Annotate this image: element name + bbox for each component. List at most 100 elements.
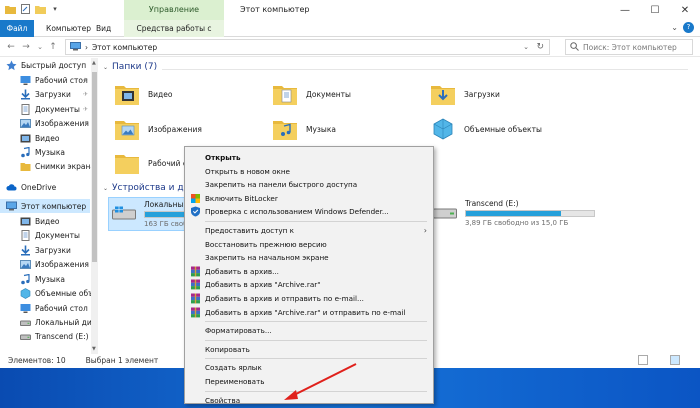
windows-drive-icon xyxy=(112,206,136,220)
download-icon xyxy=(20,245,31,256)
tab-drive-tools[interactable]: Средства работы с дисками xyxy=(124,20,224,50)
music-icon xyxy=(20,146,31,158)
forward-button[interactable]: → xyxy=(20,40,32,54)
properties-icon[interactable] xyxy=(19,3,31,15)
sidebar-item-label: OneDrive xyxy=(21,182,57,192)
minimize-button[interactable]: — xyxy=(610,0,640,20)
context-menu-item[interactable]: Закрепить на панели быстрого доступа xyxy=(185,178,433,191)
context-menu-item-label: Добавить в архив "Archive.rar" и отправи… xyxy=(205,307,406,317)
folder-item[interactable]: Изображения xyxy=(114,116,202,142)
collapse-chevron-icon[interactable]: ⌄ xyxy=(103,64,108,71)
context-menu-item[interactable]: Проверка с использованием Windows Defend… xyxy=(185,205,433,218)
drive-item[interactable]: Transcend (E:) 3,89 ГБ свободно из 15,0 Г… xyxy=(430,197,598,229)
music-folder-icon xyxy=(272,116,298,142)
sidebar-item[interactable]: Видео xyxy=(0,131,90,145)
context-menu-item[interactable]: Открыть xyxy=(185,151,433,164)
sidebar-item[interactable]: Этот компьютер xyxy=(0,199,90,213)
sidebar-item[interactable]: Загрузки ✈ xyxy=(0,87,90,101)
details-view-icon[interactable] xyxy=(638,355,648,365)
folder-item[interactable]: Видео xyxy=(114,81,172,107)
context-menu-item[interactable]: Предоставить доступ к › xyxy=(185,224,433,237)
sidebar-item[interactable]: Transcend (E:) xyxy=(0,329,90,343)
menu-separator xyxy=(205,339,427,341)
context-menu-item[interactable]: Добавить в архив "Archive.rar" xyxy=(185,278,433,291)
context-menu-item-label: Закрепить на панели быстрого доступа xyxy=(205,180,358,190)
pictures-folder-icon xyxy=(114,116,140,142)
tab-file[interactable]: Файл xyxy=(0,20,34,37)
folder-item[interactable]: Рабочий ст xyxy=(114,150,191,176)
breadcrumb-chevron[interactable]: › xyxy=(85,43,88,52)
sidebar-item[interactable]: Снимки экрана xyxy=(0,159,95,173)
context-menu-item[interactable]: Добавить в архив... xyxy=(185,265,433,278)
back-button[interactable]: ← xyxy=(5,40,17,54)
context-menu-item[interactable]: Копировать xyxy=(185,343,433,356)
up-button[interactable]: ↑ xyxy=(47,40,59,54)
sidebar-item[interactable]: Изображения xyxy=(0,257,90,271)
sidebar-scroll-thumb[interactable] xyxy=(92,72,97,262)
defender-icon xyxy=(190,206,202,217)
recent-locations-button[interactable]: ⌄ xyxy=(34,40,46,54)
folder-item[interactable]: Документы xyxy=(272,81,351,107)
documents-folder-icon xyxy=(272,81,298,107)
address-dropdown-icon[interactable]: ⌄ xyxy=(523,43,529,51)
maximize-button[interactable]: ☐ xyxy=(640,0,670,20)
documents-icon xyxy=(20,103,31,115)
sidebar-item[interactable]: Видео xyxy=(0,214,90,228)
context-menu-item[interactable]: Открыть в новом окне xyxy=(185,165,433,178)
ribbon-collapse-icon[interactable]: ⌄ xyxy=(671,23,678,32)
sidebar-item[interactable]: Рабочий стол ✈ xyxy=(0,73,90,87)
devices-group-header[interactable]: ⌄ Устройства и ди xyxy=(103,183,189,193)
sidebar-item-label: Объемные объекты xyxy=(35,288,98,298)
folder-item[interactable]: Загрузки xyxy=(430,81,500,107)
window-controls: — ☐ ✕ xyxy=(610,0,700,20)
close-button[interactable]: ✕ xyxy=(670,0,700,20)
sidebar-scrollbar[interactable]: ▲ ▼ xyxy=(91,58,98,354)
folders-group-header[interactable]: ⌄ Папки (7) xyxy=(103,62,157,72)
folder-icon[interactable] xyxy=(4,3,16,15)
sidebar-item[interactable]: Быстрый доступ xyxy=(0,58,90,72)
search-box[interactable]: Поиск: Этот компьютер xyxy=(565,39,693,55)
sidebar-item[interactable]: Рабочий стол xyxy=(0,301,90,315)
context-menu-item[interactable]: Добавить в архив "Archive.rar" и отправи… xyxy=(185,306,433,319)
context-menu-item[interactable]: Закрепить на начальном экране xyxy=(185,251,433,264)
manage-context-band[interactable]: Управление xyxy=(124,0,224,20)
sidebar-item[interactable]: Документы xyxy=(0,228,90,242)
sidebar-item[interactable]: Музыка xyxy=(0,272,90,286)
sidebar-item[interactable]: Изображения ✈ xyxy=(0,116,90,130)
large-icons-view-icon[interactable] xyxy=(670,355,680,365)
new-folder-icon[interactable] xyxy=(34,3,46,15)
collapse-chevron-icon[interactable]: ⌄ xyxy=(103,185,108,192)
context-menu-item[interactable]: Включить BitLocker xyxy=(185,192,433,205)
context-menu-item[interactable]: Форматировать... xyxy=(185,324,433,337)
shield-icon xyxy=(190,193,202,204)
scroll-down-icon[interactable]: ▼ xyxy=(92,346,96,352)
sidebar-item[interactable]: Объемные объекты xyxy=(0,286,98,300)
navigation-bar: ← → ⌄ ↑ › Этот компьютер ⌄ ↻ Поиск: Этот… xyxy=(0,37,700,57)
qat-dropdown-icon[interactable]: ▾ xyxy=(49,3,61,15)
folder-item[interactable]: Объемные объекты xyxy=(430,116,542,142)
help-icon[interactable]: ? xyxy=(683,22,694,33)
sidebar-item-label: Изображения xyxy=(35,259,89,269)
drive-item[interactable]: Локальный 163 ГБ свобод xyxy=(108,197,188,231)
context-menu-item[interactable]: Добавить в архив и отправить по e-mail..… xyxy=(185,292,433,305)
sidebar-item[interactable]: Музыка xyxy=(0,145,90,159)
folder-item[interactable]: Музыка xyxy=(272,116,336,142)
sidebar-item[interactable]: Загрузки xyxy=(0,243,90,257)
navigation-pane: Быстрый доступ Рабочий стол ✈ Загрузки ✈ Доку… xyxy=(0,58,98,354)
scroll-up-icon[interactable]: ▲ xyxy=(92,60,96,66)
3d-objects-icon xyxy=(20,287,31,299)
winrar-icon xyxy=(190,279,202,290)
context-menu-item-label: Создать ярлык xyxy=(205,363,262,373)
sidebar-item[interactable]: Документы ✈ xyxy=(0,102,90,116)
sidebar-item[interactable]: OneDrive xyxy=(0,180,90,194)
sidebar-item[interactable]: Локальный диск xyxy=(0,315,98,329)
address-bar[interactable]: › Этот компьютер ⌄ ↻ xyxy=(65,39,550,55)
context-menu-item[interactable]: Восстановить прежнюю версию xyxy=(185,238,433,251)
context-menu-item-label: Предоставить доступ к xyxy=(205,226,294,235)
search-icon xyxy=(570,41,579,53)
tab-view[interactable]: Вид xyxy=(88,20,119,37)
sidebar-item-label: Видео xyxy=(35,133,60,143)
refresh-icon[interactable]: ↻ xyxy=(536,42,544,52)
breadcrumb-this-pc[interactable]: Этот компьютер xyxy=(92,43,157,52)
context-menu-item-label: Открыть xyxy=(205,153,241,162)
